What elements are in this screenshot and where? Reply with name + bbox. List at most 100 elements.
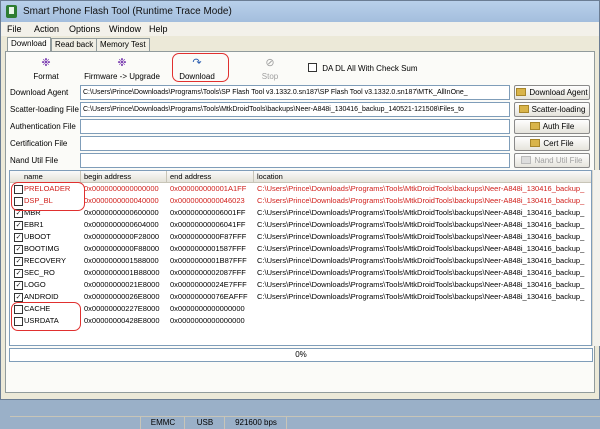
table-row[interactable]: DSP_BL 0x0000000000040000 0x00000000000460… [10,195,591,207]
end-address: 0x00000000006001FF [170,208,246,217]
begin-address: 0x00000000021E8000 [84,280,160,289]
end-address: 0x0000000002087FFF [170,268,246,277]
scatter-label: Scatter-loading File [10,105,79,114]
title-bar: Smart Phone Flash Tool (Runtime Trace Mo… [1,1,599,23]
tab-read-back[interactable]: Read back [51,38,98,51]
row-checkbox[interactable]: ✓ [14,257,23,266]
row-checkbox[interactable]: ✓ [14,221,23,230]
end-address: 0x0000000000000000 [170,316,245,325]
table-row[interactable]: ✓ MBR 0x0000000000600000 0x00000000006001FF… [10,207,591,219]
begin-address: 0x0000000000000000 [84,184,159,193]
begin-address: 0x0000000001B88000 [84,268,160,277]
download-panel: ❉ Format ❉ Firmware -> Upgrade ↷ Downloa… [5,51,600,429]
table-row[interactable]: CACHE 0x00000000227E8000 0x000000000000000… [10,303,591,315]
folder-icon [516,88,527,96]
format-icon: ❉ [41,57,51,69]
format-label: Format [33,72,59,81]
folder-icon [518,105,529,113]
cert-field[interactable] [80,136,510,151]
end-address: 0x0000000000000000 [170,304,245,313]
table-row[interactable]: ✓ RECOVERY 0x0000000001588000 0x0000000001B… [10,255,591,267]
status-baud: 921600 bps [224,417,287,429]
download-agent-field[interactable]: C:\Users\Prince\Downloads\Programs\Tools… [80,85,510,100]
col-end[interactable]: end address [170,172,211,181]
status-blank [286,417,347,429]
table-row[interactable]: ✓ UBOOT 0x0000000000F28000 0x0000000000F87F… [10,231,591,243]
scatter-button[interactable]: Scatter-loading [514,102,590,117]
auth-field[interactable] [80,119,510,134]
menu-window[interactable]: Window [109,24,141,34]
partition-name: RECOVERY [24,256,66,265]
status-storage: EMMC [140,417,185,429]
window-title: Smart Phone Flash Tool (Runtime Trace Mo… [23,6,232,17]
location: C:\Users\Prince\Downloads\Programs\Tools… [257,184,585,193]
partition-list[interactable]: name begin address end address location … [9,170,592,346]
auth-label: Authentication File [10,122,76,131]
table-row[interactable]: PRELOADER 0x0000000000000000 0x00000000000… [10,183,591,195]
begin-address: 0x0000000000604000 [84,220,159,229]
table-row[interactable]: USRDATA 0x00000000428E8000 0x0000000000000… [10,315,591,327]
col-begin[interactable]: begin address [84,172,131,181]
location: C:\Users\Prince\Downloads\Programs\Tools… [257,280,585,289]
location: C:\Users\Prince\Downloads\Programs\Tools… [257,196,585,205]
location: C:\Users\Prince\Downloads\Programs\Tools… [257,268,585,277]
tab-download[interactable]: Download [7,37,51,52]
partition-name: UBOOT [24,232,51,241]
auth-button-label: Auth File [542,122,575,131]
nand-field[interactable] [80,153,510,168]
download-highlight [172,53,229,82]
row-checkbox[interactable]: ✓ [14,293,23,302]
tab-memory-test[interactable]: Memory Test [96,38,150,51]
firmware-upgrade-button[interactable]: ❉ Firmware -> Upgrade [84,57,160,82]
menu-help[interactable]: Help [149,24,168,34]
app-icon [6,5,17,18]
col-location[interactable]: location [257,172,283,181]
table-row[interactable]: ✓ LOGO 0x00000000021E8000 0x00000000024E7FF… [10,279,591,291]
cache-highlight [11,302,81,331]
download-agent-button[interactable]: Download Agent [514,85,590,100]
begin-address: 0x0000000000F28000 [84,232,160,241]
firmware-upgrade-icon: ❉ [117,57,127,69]
da-dl-checkbox[interactable] [308,63,317,72]
list-scrollbar[interactable] [592,170,600,346]
location: C:\Users\Prince\Downloads\Programs\Tools… [257,244,585,253]
nand-button-label: Nand Util File [534,156,583,165]
scatter-button-label: Scatter-loading [531,105,586,114]
firmware-upgrade-label: Firmware -> Upgrade [84,72,160,81]
table-row[interactable]: ✓ ANDROID 0x00000000026E8000 0x00000000076E… [10,291,591,303]
table-row[interactable]: ✓ SEC_RO 0x0000000001B88000 0x0000000002087… [10,267,591,279]
scatter-row: Scatter-loading File C:\Users\Prince\Dow… [6,102,596,118]
list-header: name begin address end address location [10,171,591,183]
menu-options[interactable]: Options [69,24,100,34]
row-checkbox[interactable]: ✓ [14,245,23,254]
partition-name: BOOTIMG [24,244,60,253]
partition-name: SEC_RO [24,268,55,277]
folder-icon [529,122,540,130]
row-checkbox[interactable]: ✓ [14,281,23,290]
stop-button[interactable]: ⊘ Stop [258,58,282,82]
row-checkbox[interactable]: ✓ [14,233,23,242]
row-checkbox[interactable]: ✓ [14,269,23,278]
col-name[interactable]: name [24,172,43,181]
scatter-field[interactable]: C:\Users\Prince\Downloads\Programs\Tools… [80,102,510,117]
preloader-highlight [11,182,85,211]
end-address: 0x00000000006041FF [170,220,246,229]
folder-icon [521,156,532,164]
begin-address: 0x00000000227E8000 [84,304,160,313]
format-button[interactable]: ❉ Format [28,57,64,82]
cert-button[interactable]: Cert File [514,136,590,151]
download-agent-button-label: Download Agent [529,88,588,97]
begin-address: 0x0000000000600000 [84,208,159,217]
nand-button[interactable]: Nand Util File [514,153,590,168]
da-dl-checksum-option[interactable]: DA DL All With Check Sum [308,63,418,73]
auth-button[interactable]: Auth File [514,119,590,134]
location: C:\Users\Prince\Downloads\Programs\Tools… [257,208,585,217]
table-row[interactable]: ✓ EBR1 0x0000000000604000 0x00000000006041F… [10,219,591,231]
menu-action[interactable]: Action [34,24,59,34]
folder-icon [530,139,541,147]
location: C:\Users\Prince\Downloads\Programs\Tools… [257,220,585,229]
table-row[interactable]: ✓ BOOTIMG 0x0000000000F88000 0x000000000158… [10,243,591,255]
menu-file[interactable]: File [7,24,22,34]
stop-label: Stop [261,72,279,81]
location: C:\Users\Prince\Downloads\Programs\Tools… [257,292,585,301]
